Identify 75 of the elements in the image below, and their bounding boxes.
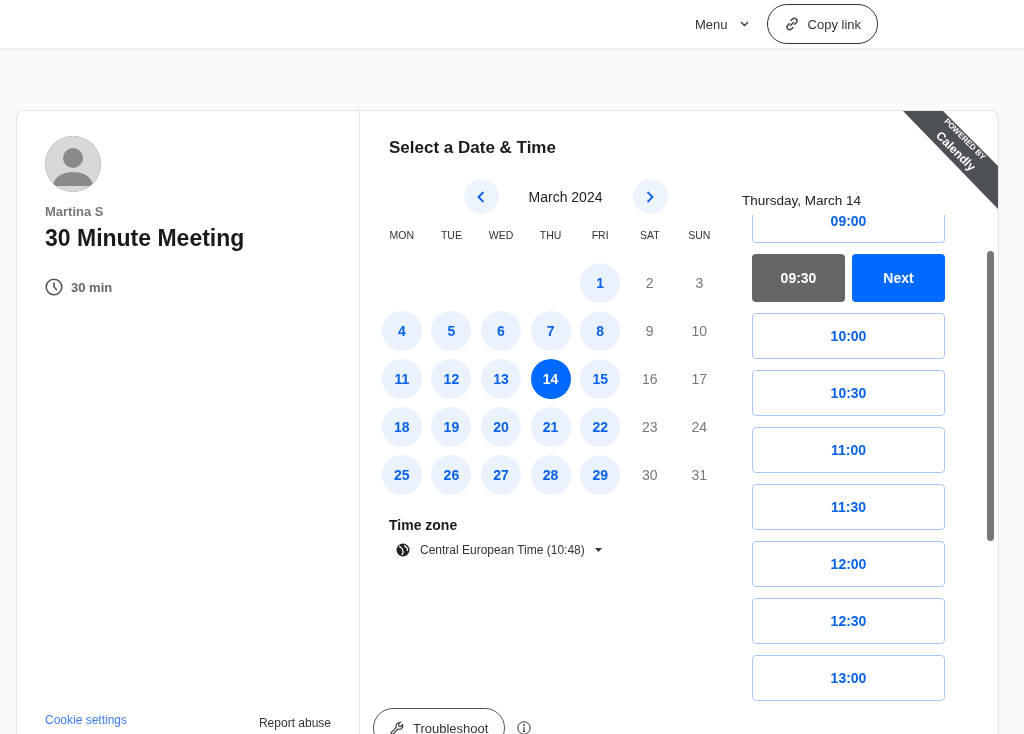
unavailable-date: 3 (694, 274, 705, 293)
calendar-day[interactable]: 13 (481, 359, 521, 399)
weekday-label: THU (538, 229, 563, 243)
unavailable-date: 2 (644, 274, 655, 293)
time-slot[interactable]: 12:00 (752, 541, 945, 587)
ribbon-background[interactable] (903, 111, 998, 209)
time-slot[interactable]: 10:00 (752, 313, 945, 359)
unavailable-date: 30 (640, 466, 659, 485)
next-month-button[interactable] (632, 179, 668, 214)
calendar-day[interactable]: 6 (481, 311, 521, 351)
link-icon (783, 16, 800, 32)
next-button[interactable]: Next (852, 254, 945, 302)
calendar-day[interactable]: 1 (580, 263, 621, 303)
chevron-down-icon (739, 21, 749, 27)
calendar-day[interactable]: 27 (481, 455, 521, 495)
clock-icon (45, 278, 63, 296)
info-icon[interactable] (517, 721, 532, 734)
wrench-icon (390, 720, 405, 734)
report-abuse-link[interactable]: Report abuse (258, 716, 331, 730)
calendar-day[interactable]: 7 (530, 311, 571, 351)
month-label: March 2024 (527, 188, 604, 205)
time-slot[interactable]: 11:30 (752, 484, 945, 530)
unavailable-date: 24 (690, 418, 709, 437)
calendar-day[interactable]: 5 (431, 311, 472, 351)
time-slot[interactable]: 13:00 (752, 655, 945, 701)
weekday-label: SAT (638, 229, 661, 243)
time-slot[interactable]: 09:00 (752, 215, 945, 243)
duration-label: 30 min (71, 279, 113, 295)
time-slot[interactable]: 11:00 (752, 427, 945, 473)
selected-date-heading: Thursday, March 14 (742, 193, 863, 208)
weekday-label: TUE (439, 229, 463, 243)
unavailable-date: 31 (690, 466, 709, 485)
section-heading: Select a Date & Time (389, 138, 557, 158)
chevron-right-icon (646, 190, 654, 203)
host-name: Martina S (45, 204, 105, 219)
unavailable-date: 16 (640, 370, 659, 389)
calendar-day[interactable]: 8 (580, 311, 621, 351)
selected-time-slot[interactable]: 09:30 (752, 254, 845, 302)
calendar-day[interactable]: 11 (381, 359, 422, 399)
unavailable-date: 17 (690, 370, 709, 389)
calendar-day[interactable]: 22 (580, 407, 621, 447)
calendar-day[interactable]: 19 (431, 407, 472, 447)
calendar-day[interactable]: 18 (381, 407, 422, 447)
calendar-day[interactable]: 12 (431, 359, 472, 399)
timezone-heading: Time zone (389, 517, 459, 533)
chevron-left-icon (477, 190, 485, 203)
unavailable-date: 23 (640, 418, 659, 437)
calendar-day[interactable]: 28 (530, 455, 571, 495)
calendar-day[interactable]: 21 (530, 407, 571, 447)
timezone-dropdown[interactable]: Central European Time (10:48) (396, 543, 602, 557)
event-title: 30 Minute Meeting (45, 225, 246, 252)
caret-icon (594, 548, 602, 552)
menu-button[interactable]: Menu (691, 12, 753, 36)
scrollbar-thumb[interactable] (987, 251, 994, 541)
weekday-label: FRI (590, 229, 610, 243)
weekday-label: MON (388, 229, 416, 243)
calendar-day[interactable]: 14 (530, 359, 571, 399)
calendar-day[interactable]: 15 (580, 359, 621, 399)
weekday-label: WED (487, 229, 515, 243)
unavailable-date: 9 (644, 322, 655, 341)
weekday-label: SUN (687, 229, 712, 243)
unavailable-date: 10 (690, 322, 709, 341)
time-slot[interactable]: 10:30 (752, 370, 945, 416)
troubleshoot-button[interactable]: Troubleshoot (373, 708, 506, 734)
previous-month-button[interactable] (463, 179, 499, 214)
calendar-day[interactable]: 20 (481, 407, 521, 447)
calendar-day[interactable]: 4 (381, 311, 422, 351)
copy-link-button[interactable]: Copy link (766, 4, 878, 44)
calendar-day[interactable]: 26 (431, 455, 472, 495)
calendar-day[interactable]: 25 (381, 455, 422, 495)
calendar-day[interactable]: 29 (580, 455, 621, 495)
avatar (45, 136, 101, 192)
time-slot[interactable]: 12:30 (752, 598, 945, 644)
globe-icon (396, 543, 410, 557)
cookie-settings-link[interactable]: Cookie settings (45, 713, 128, 730)
